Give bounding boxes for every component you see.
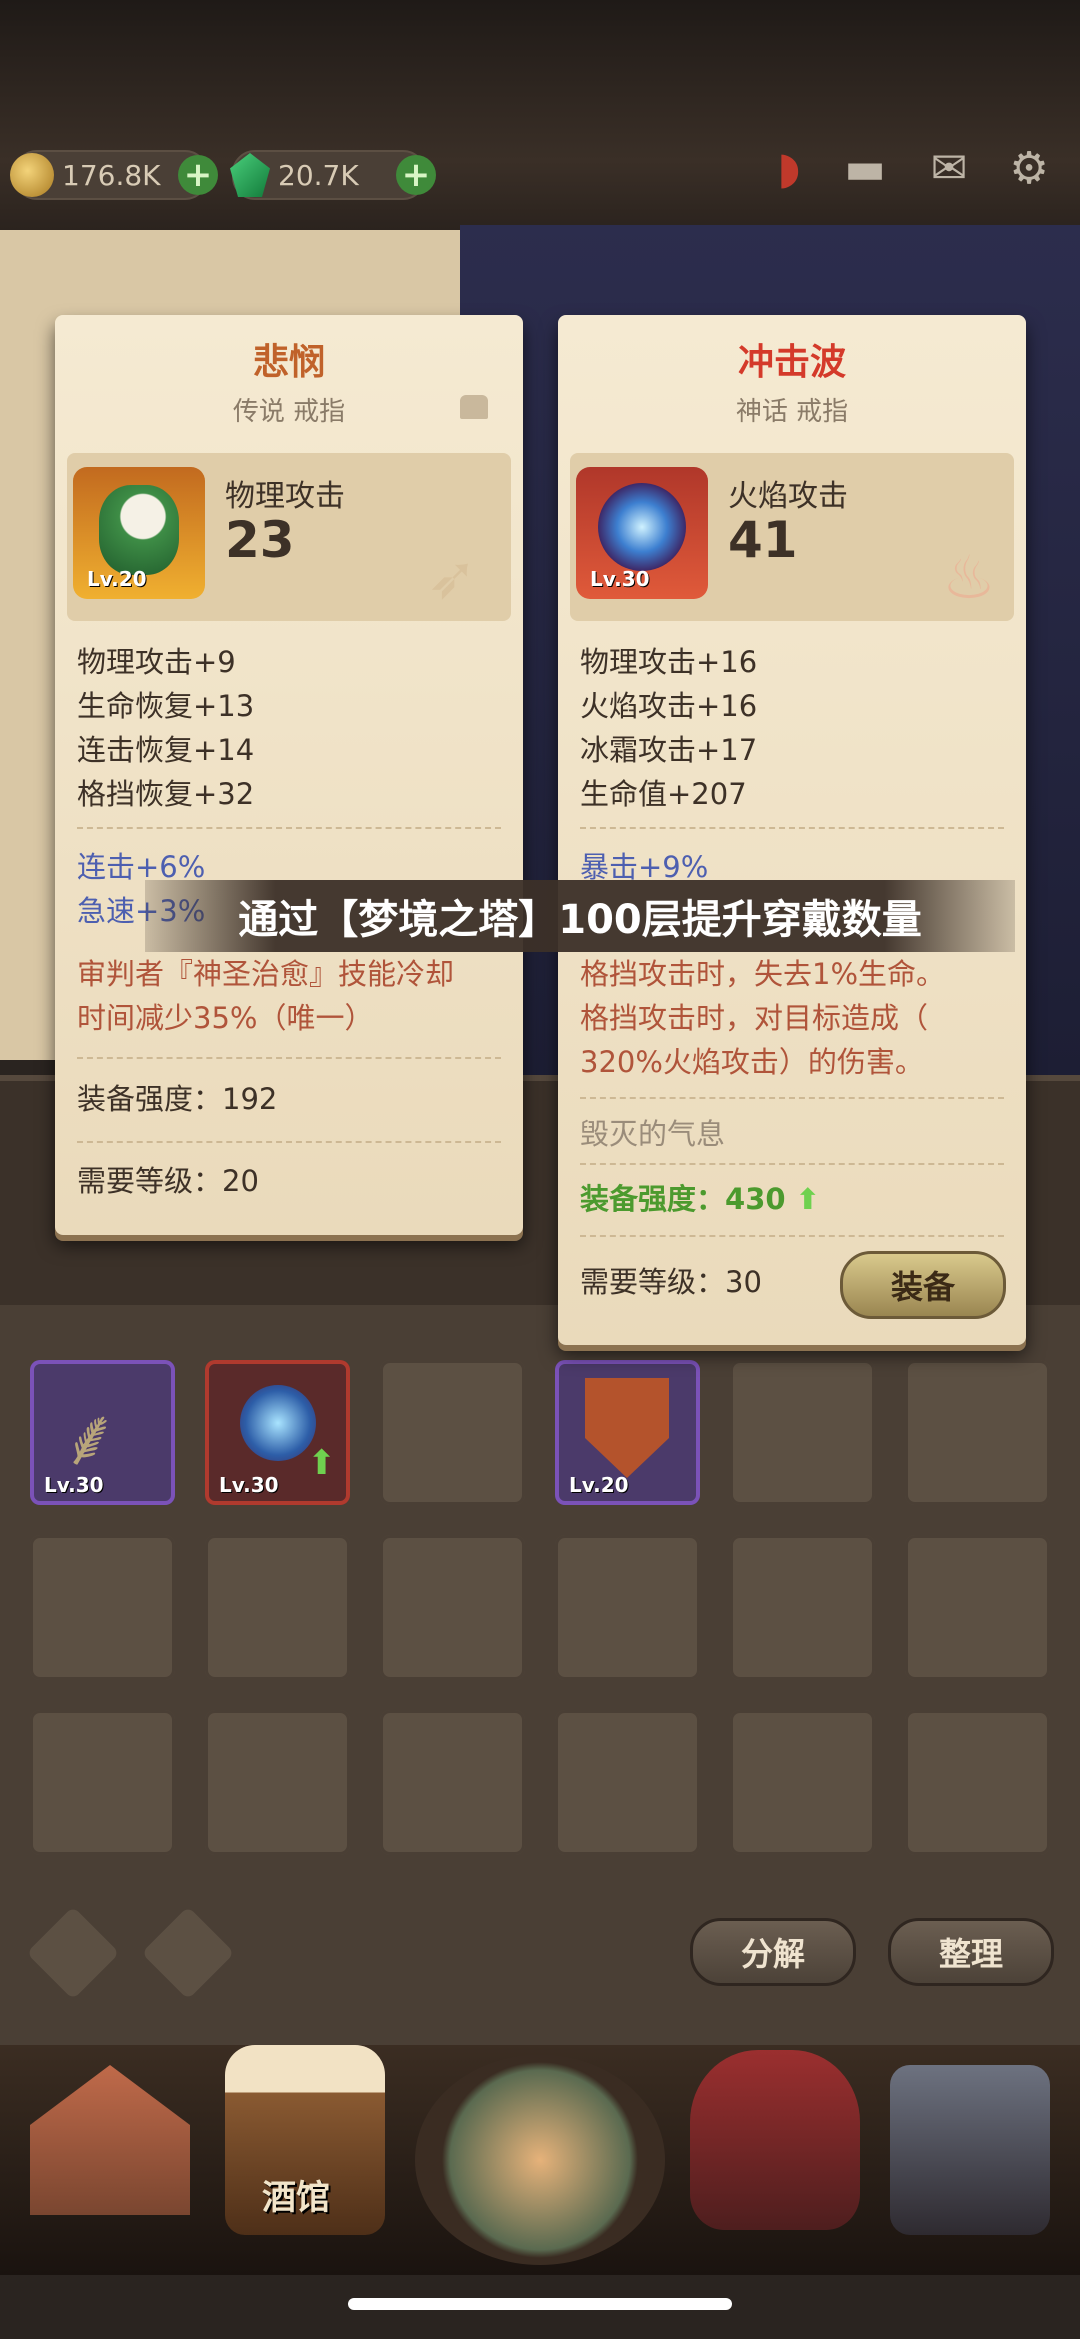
gear-strength: 装备强度：192 <box>77 1082 278 1116</box>
stat-line: 冰霜攻击+17 <box>580 733 758 767</box>
tavern-nav-label: 酒馆 <box>262 2178 330 2218</box>
effect-line: 格挡攻击时，失去1%生命。 <box>580 957 946 991</box>
item-card-compare: 冲击波 神话 戒指 Lv.30 火焰攻击 41 ♨ 物理攻击+16 火焰攻击+1… <box>558 315 1026 1345</box>
stat-line: 物理攻击+16 <box>580 645 758 679</box>
add-gold-button[interactable]: + <box>178 155 218 195</box>
main-attr-name: 火焰攻击 <box>728 479 848 514</box>
tent-nav-icon[interactable] <box>690 2050 860 2230</box>
divider <box>77 1141 501 1143</box>
home-indicator <box>348 2298 732 2310</box>
divider <box>77 827 501 829</box>
item-name: 悲悯 <box>252 342 325 383</box>
stat-line: 生命值+207 <box>580 777 747 811</box>
item-portrait: Lv.30 <box>576 467 708 599</box>
hint-banner: 通过【梦境之塔】100层提升穿戴数量 <box>145 880 1015 952</box>
gold-coin-icon <box>10 153 54 197</box>
hat-icon <box>460 395 488 419</box>
stat-list: 物理攻击+16 火焰攻击+16 冰霜攻击+17 生命值+207 <box>580 640 1000 816</box>
upgrade-arrow-icon: ⬆ <box>307 1443 337 1483</box>
divider <box>580 827 1004 829</box>
gold-amount: 176.8K <box>62 158 161 192</box>
inventory-slot[interactable] <box>380 1535 525 1680</box>
inventory-slot[interactable]: Lv.20 <box>555 1360 700 1505</box>
inventory-slot[interactable]: ⬆ Lv.30 <box>205 1360 350 1505</box>
inventory-slot[interactable] <box>905 1360 1050 1505</box>
main-attr-value: 41 <box>728 511 798 569</box>
inventory-slot[interactable] <box>730 1360 875 1505</box>
stat-list: 物理攻击+9 生命恢复+13 连击恢复+14 格挡恢复+32 <box>77 640 497 816</box>
item-rarity: 神话 戒指 <box>735 397 849 427</box>
sort-button[interactable]: 整理 <box>888 1918 1054 1986</box>
inventory-slot[interactable] <box>730 1710 875 1855</box>
item-card-current: 悲悯 传说 戒指 Lv.20 物理攻击 23 ➶ 物理攻击+9 生命恢复+13 … <box>55 315 523 1235</box>
item-level: Lv.30 <box>219 1473 279 1497</box>
stat-line: 连击恢复+14 <box>77 733 255 767</box>
stat-line: 格挡恢复+32 <box>77 777 255 811</box>
skill-effect-line: 时间减少35%（唯一） <box>77 1001 374 1035</box>
gem-amount: 20.7K <box>278 158 359 192</box>
equip-button[interactable]: 装备 <box>840 1251 1006 1319</box>
item-rarity: 传说 戒指 <box>232 397 346 427</box>
ring-icon <box>240 1385 316 1461</box>
gem-icon <box>230 153 270 197</box>
gem-counter: 20.7K + <box>230 150 436 200</box>
item-level-badge: Lv.30 <box>590 567 650 591</box>
inventory-slot[interactable] <box>555 1535 700 1680</box>
blue-gem-ring-icon <box>598 483 686 571</box>
decompose-button[interactable]: 分解 <box>690 1918 856 1986</box>
divider <box>580 1163 1004 1165</box>
item-level: Lv.30 <box>44 1473 104 1497</box>
physical-attack-icon: ➶ <box>427 543 478 613</box>
skull-ring-icon <box>99 485 179 575</box>
inventory-slot[interactable] <box>30 1535 175 1680</box>
stat-line: 火焰攻击+16 <box>580 689 758 723</box>
divider <box>580 1097 1004 1099</box>
main-attr-name: 物理攻击 <box>225 479 345 514</box>
adventure-nav-icon[interactable] <box>415 2055 665 2265</box>
item-portrait: Lv.20 <box>73 467 205 599</box>
gear-strength-value: 430 <box>725 1182 786 1216</box>
inventory-slot[interactable] <box>555 1710 700 1855</box>
inventory-slot[interactable] <box>905 1535 1050 1680</box>
item-header: Lv.30 火焰攻击 41 ♨ <box>570 453 1014 621</box>
item-name: 冲击波 <box>737 342 846 383</box>
item-header: Lv.20 物理攻击 23 ➶ <box>67 453 511 621</box>
effect-line: 320%火焰攻击）的伤害。 <box>580 1045 924 1079</box>
inventory-slot[interactable] <box>380 1360 525 1505</box>
gear-strength-label: 装备强度： <box>580 1182 726 1216</box>
gold-counter: 176.8K + <box>10 150 218 200</box>
settings-gear-icon[interactable]: ⚙ <box>1000 142 1058 196</box>
add-gems-button[interactable]: + <box>396 155 436 195</box>
chat-icon[interactable]: ▬ <box>836 142 894 196</box>
inventory-slot[interactable] <box>730 1535 875 1680</box>
set-name: 毁灭的气息 <box>580 1117 726 1151</box>
inventory-slot[interactable] <box>205 1535 350 1680</box>
inventory-slot[interactable] <box>205 1710 350 1855</box>
horn-icon[interactable]: ◗ <box>760 142 818 196</box>
required-level: 需要等级：30 <box>580 1265 762 1299</box>
fire-icon: ♨ <box>942 543 996 613</box>
divider <box>580 1235 1004 1237</box>
stat-line: 物理攻击+9 <box>77 645 236 679</box>
effect-line: 格挡攻击时，对目标造成（ <box>580 1001 929 1035</box>
required-level: 需要等级：20 <box>77 1164 259 1198</box>
divider <box>77 1057 501 1059</box>
mail-icon[interactable]: ✉ <box>920 142 978 196</box>
forge-nav-icon[interactable] <box>890 2065 1050 2235</box>
stat-line: 生命恢复+13 <box>77 689 255 723</box>
skill-effect-line: 审判者『神圣治愈』技能冷却 <box>77 957 455 991</box>
inventory-slot[interactable] <box>380 1710 525 1855</box>
item-level-badge: Lv.20 <box>87 567 147 591</box>
main-attr-value: 23 <box>225 511 295 569</box>
inventory-slot[interactable] <box>905 1710 1050 1855</box>
item-level: Lv.20 <box>569 1473 629 1497</box>
shield-icon <box>585 1378 669 1478</box>
upgrade-arrow-icon: ⬆ <box>795 1182 820 1216</box>
gear-strength: 装备强度：430 ⬆ <box>580 1177 820 1221</box>
inventory-slot[interactable] <box>30 1710 175 1855</box>
inventory-slot[interactable]: ⸙ Lv.30 <box>30 1360 175 1505</box>
